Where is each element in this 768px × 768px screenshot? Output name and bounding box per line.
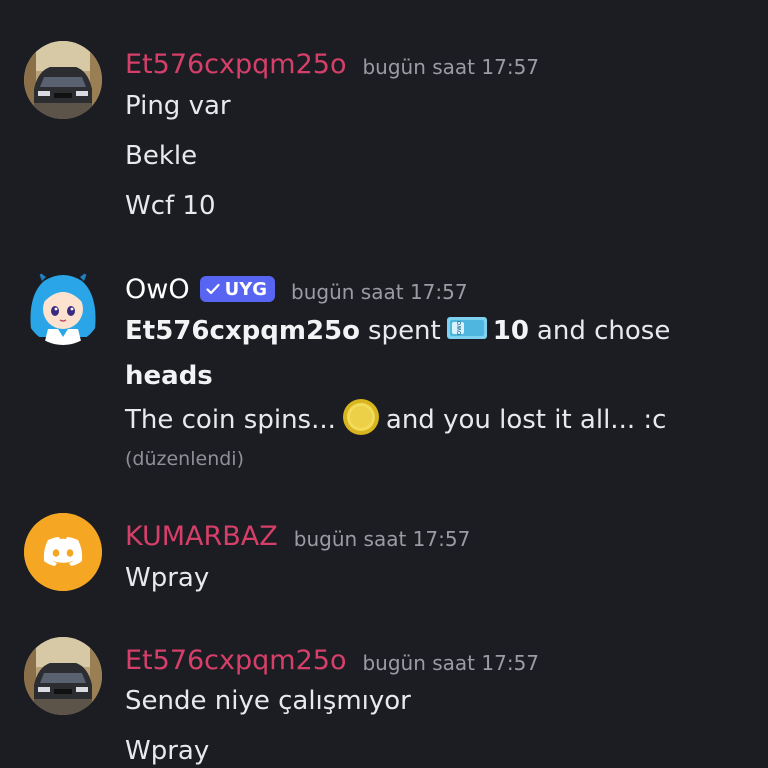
result-text: and you lost it all... :c xyxy=(385,405,667,435)
amount: 10 xyxy=(492,316,529,346)
spent-text: spent xyxy=(368,316,441,346)
user-avatar[interactable] xyxy=(24,513,102,591)
cowoncy-bill-icon: owo xyxy=(446,315,487,348)
message-header: KUMARBAZ bugün saat 17:57 xyxy=(125,516,470,556)
timestamp: bugün saat 17:57 xyxy=(293,527,471,551)
app-badge: UYG xyxy=(199,276,276,302)
username[interactable]: Et576cxpqm25o xyxy=(125,645,346,676)
chose-text: and chose xyxy=(536,316,671,346)
checkmark-icon xyxy=(205,283,220,295)
anime-girl-avatar-icon xyxy=(24,267,102,345)
message-text: Bekle xyxy=(125,141,198,171)
user-avatar[interactable] xyxy=(24,637,102,715)
username[interactable]: KUMARBAZ xyxy=(125,521,278,552)
choice-text: heads xyxy=(125,361,213,391)
timestamp: bugün saat 17:57 xyxy=(291,280,468,304)
mentioned-user: Et576cxpqm25o xyxy=(125,316,361,346)
message-text: Et576cxpqm25o spent owo 10 and chose xyxy=(125,311,670,351)
chat-messages: Et576cxpqm25o bugün saat 17:57 Ping var … xyxy=(0,0,768,768)
timestamp: bugün saat 17:57 xyxy=(362,651,540,675)
gold-coin-icon xyxy=(342,398,380,443)
timestamp: bugün saat 17:57 xyxy=(362,55,540,79)
message-text: Ping var xyxy=(125,91,231,121)
user-avatar[interactable] xyxy=(24,41,102,119)
message-text: Wpray xyxy=(125,736,210,766)
car-photo-avatar-icon xyxy=(24,41,102,119)
badge-label: UYG xyxy=(224,278,268,300)
bot-username[interactable]: OwO xyxy=(125,274,190,305)
username[interactable]: Et576cxpqm25o xyxy=(125,49,346,80)
car-photo-avatar-icon xyxy=(24,637,102,715)
message-header: OwO UYG bugün saat 17:57 xyxy=(125,269,468,309)
discord-logo-icon xyxy=(24,513,102,591)
message-text: Wpray xyxy=(125,563,210,593)
message-text: The coin spins... and you lost it all...… xyxy=(125,398,667,443)
bot-avatar[interactable] xyxy=(24,267,102,345)
edited-label: (düzenlendi) xyxy=(125,448,244,470)
coin-spin-text: The coin spins... xyxy=(125,405,336,435)
message-header: Et576cxpqm25o bugün saat 17:57 xyxy=(125,44,539,84)
message-header: Et576cxpqm25o bugün saat 17:57 xyxy=(125,640,539,680)
message-text: Sende niye çalışmıyor xyxy=(125,686,411,716)
svg-text:owo: owo xyxy=(455,320,463,334)
message-text: Wcf 10 xyxy=(125,191,216,221)
